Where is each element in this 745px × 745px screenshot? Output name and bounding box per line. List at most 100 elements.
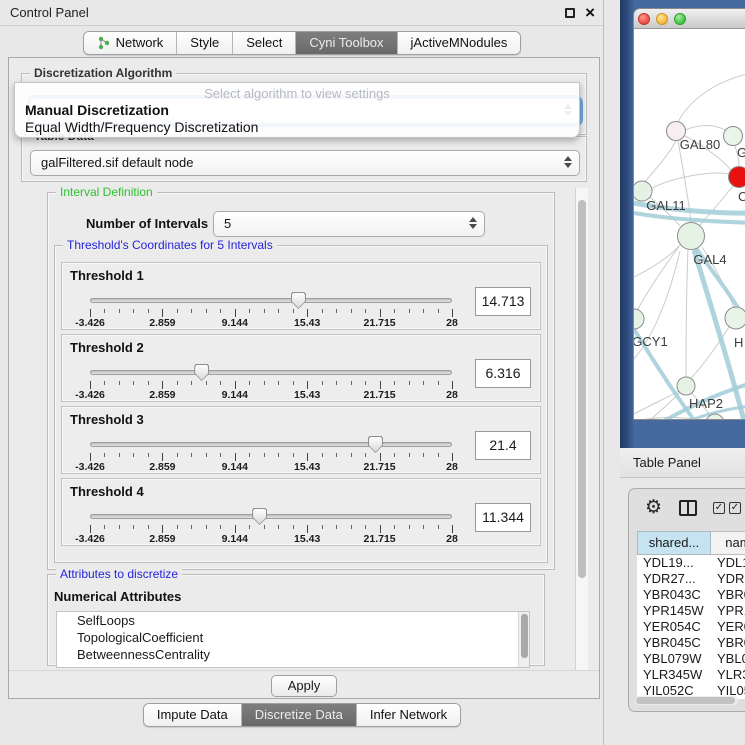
list-vertical-scrollbar[interactable]	[518, 612, 529, 667]
table-row[interactable]: YER054CYER054C	[637, 619, 745, 635]
gear-icon[interactable]: ⚙	[645, 496, 662, 519]
checkbox-icon[interactable]: ✓	[729, 502, 741, 514]
attribute-list-item[interactable]: SelfLoops	[57, 612, 529, 629]
network-canvas[interactable]: GAL80GACGAL11GAL4GCY1HHAP2	[634, 29, 745, 420]
combo-value: galFiltered.sif default node	[41, 155, 193, 170]
threshold-value-field[interactable]: 14.713	[475, 287, 531, 316]
slider-scale: -3.4262.8599.14415.4321.71528	[90, 317, 452, 329]
top-tabbar: Network Style Select Cyni Toolbox jActiv…	[0, 31, 604, 55]
table-cell: YDR27...	[637, 571, 711, 587]
tick-mark	[264, 453, 265, 457]
tab-style[interactable]: Style	[176, 32, 232, 54]
network-node-GAL4[interactable]	[678, 223, 705, 250]
network-edge[interactable]	[685, 125, 725, 130]
tab-cyni-toolbox[interactable]: Cyni Toolbox	[295, 32, 396, 54]
network-edge[interactable]	[686, 249, 688, 377]
number-of-intervals-combobox[interactable]: 5	[213, 211, 485, 237]
main-vertical-scrollbar[interactable]	[575, 188, 588, 670]
column-header-shared[interactable]: shared...	[637, 531, 711, 555]
slider-handle[interactable]	[252, 508, 267, 525]
tick-mark	[423, 525, 424, 529]
network-edge[interactable]	[652, 173, 729, 188]
network-edge[interactable]	[634, 391, 679, 414]
tab-select[interactable]: Select	[232, 32, 295, 54]
tick-mark	[206, 453, 207, 457]
table-row[interactable]: YDR27...YDR27	[637, 571, 745, 587]
network-node-H-partial[interactable]	[725, 307, 745, 329]
scale-label: 21.715	[364, 533, 396, 545]
checkbox-icon[interactable]: ✓	[713, 502, 725, 514]
network-node-GCY1[interactable]	[634, 309, 644, 329]
table-row[interactable]: YBR045CYBR045C	[637, 635, 745, 651]
minimize-traffic-light-icon[interactable]	[656, 13, 668, 25]
threshold-value-field[interactable]: 11.344	[475, 503, 531, 532]
numerical-attributes-list[interactable]: SelfLoopsTopologicalCoefficientBetweenne…	[56, 611, 530, 668]
attribute-list-item[interactable]: BetweennessCentrality	[57, 646, 529, 663]
dropdown-item-manual-discretization[interactable]: Manual Discretization	[25, 102, 169, 118]
table-row[interactable]: YLR345WYLR345W	[637, 667, 745, 683]
split-columns-icon[interactable]	[679, 500, 697, 516]
tick-mark	[336, 453, 337, 457]
threshold-value-field[interactable]: 6.316	[475, 359, 531, 388]
tick-mark	[148, 309, 149, 313]
scrollbar-thumb[interactable]	[636, 697, 735, 704]
network-edge[interactable]	[678, 73, 745, 122]
tab-impute-data[interactable]: Impute Data	[144, 704, 241, 726]
tick-mark	[322, 309, 323, 313]
table-horizontal-scrollbar[interactable]	[635, 696, 738, 705]
tick-mark	[322, 525, 323, 529]
tick-mark	[423, 453, 424, 457]
slider-track[interactable]	[90, 298, 452, 303]
network-node-selected-node[interactable]	[729, 167, 745, 188]
table-row[interactable]: YBL079WYBL079W	[637, 651, 745, 667]
network-edge[interactable]	[644, 141, 676, 183]
network-edge[interactable]	[637, 245, 680, 311]
table-cell: YER054C	[711, 619, 745, 635]
table-row[interactable]: YBR043CYBR043C	[637, 587, 745, 603]
slider-track[interactable]	[90, 370, 452, 375]
table-cell: YBR045C	[637, 635, 711, 651]
tab-infer-network[interactable]: Infer Network	[356, 704, 460, 726]
tick-mark	[293, 309, 294, 313]
dropdown-item-equal-width-frequency[interactable]: Equal Width/Frequency Discretization	[25, 119, 258, 135]
threshold-value-field[interactable]: 21.4	[475, 431, 531, 460]
scrollbar-thumb[interactable]	[521, 614, 528, 658]
table-row[interactable]: YDL19...YDL19	[637, 555, 745, 571]
tick-mark	[206, 525, 207, 529]
threshold-label: Threshold 4	[70, 484, 144, 499]
float-window-icon[interactable]	[565, 8, 575, 18]
slider-track[interactable]	[90, 442, 452, 447]
threshold-label: Threshold 3	[70, 412, 144, 427]
tab-label: Select	[246, 35, 282, 51]
tick-mark	[336, 381, 337, 385]
slider-handle[interactable]	[194, 364, 209, 381]
zoom-traffic-light-icon[interactable]	[674, 13, 686, 25]
table-cell: YBL079W	[637, 651, 711, 667]
table-row[interactable]: YPR145WYPR145W	[637, 603, 745, 619]
tab-discretize-data[interactable]: Discretize Data	[241, 704, 356, 726]
slider-handle[interactable]	[291, 292, 306, 309]
slider-track[interactable]	[90, 514, 452, 519]
close-icon[interactable]: ×	[585, 2, 595, 24]
tab-network[interactable]: Network	[84, 32, 177, 54]
tab-jactivemnodules[interactable]: jActiveMNodules	[397, 32, 521, 54]
network-node-GAL-partial[interactable]	[724, 127, 743, 146]
column-header-name[interactable]: name	[711, 531, 745, 555]
tick-mark	[235, 381, 236, 389]
table-cell: YLR345W	[637, 667, 711, 683]
tick-mark	[133, 309, 134, 313]
network-window-titlebar	[634, 9, 745, 29]
close-traffic-light-icon[interactable]	[638, 13, 650, 25]
tick-mark	[264, 381, 265, 385]
table-data-combobox[interactable]: galFiltered.sif default node	[30, 150, 580, 176]
group-title: Interval Definition	[56, 185, 157, 199]
scrollbar-thumb[interactable]	[578, 200, 586, 578]
scale-label: -3.426	[75, 389, 105, 401]
network-node-HAP2[interactable]	[677, 377, 695, 395]
network-edge[interactable]	[634, 246, 679, 277]
apply-button[interactable]: Apply	[271, 675, 337, 697]
slider-handle[interactable]	[368, 436, 383, 453]
attribute-list-item[interactable]: TopologicalCoefficient	[57, 629, 529, 646]
tick-mark	[177, 381, 178, 385]
tick-mark	[278, 309, 279, 313]
